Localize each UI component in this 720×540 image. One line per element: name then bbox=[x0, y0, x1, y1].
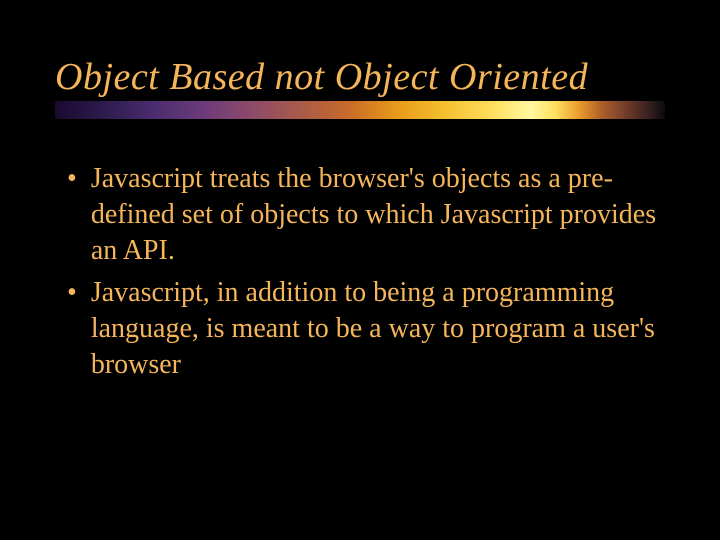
bullet-marker-icon: • bbox=[67, 275, 77, 311]
slide-title: Object Based not Object Oriented bbox=[55, 55, 665, 99]
title-underline bbox=[55, 101, 665, 119]
bullet-item: • Javascript treats the browser's object… bbox=[67, 161, 665, 269]
bullet-text: Javascript, in addition to being a progr… bbox=[91, 275, 665, 383]
bullet-item: • Javascript, in addition to being a pro… bbox=[67, 275, 665, 383]
slide-content: • Javascript treats the browser's object… bbox=[55, 161, 665, 383]
bullet-marker-icon: • bbox=[67, 161, 77, 197]
slide-container: Object Based not Object Oriented • Javas… bbox=[0, 0, 720, 540]
bullet-text: Javascript treats the browser's objects … bbox=[91, 161, 665, 269]
